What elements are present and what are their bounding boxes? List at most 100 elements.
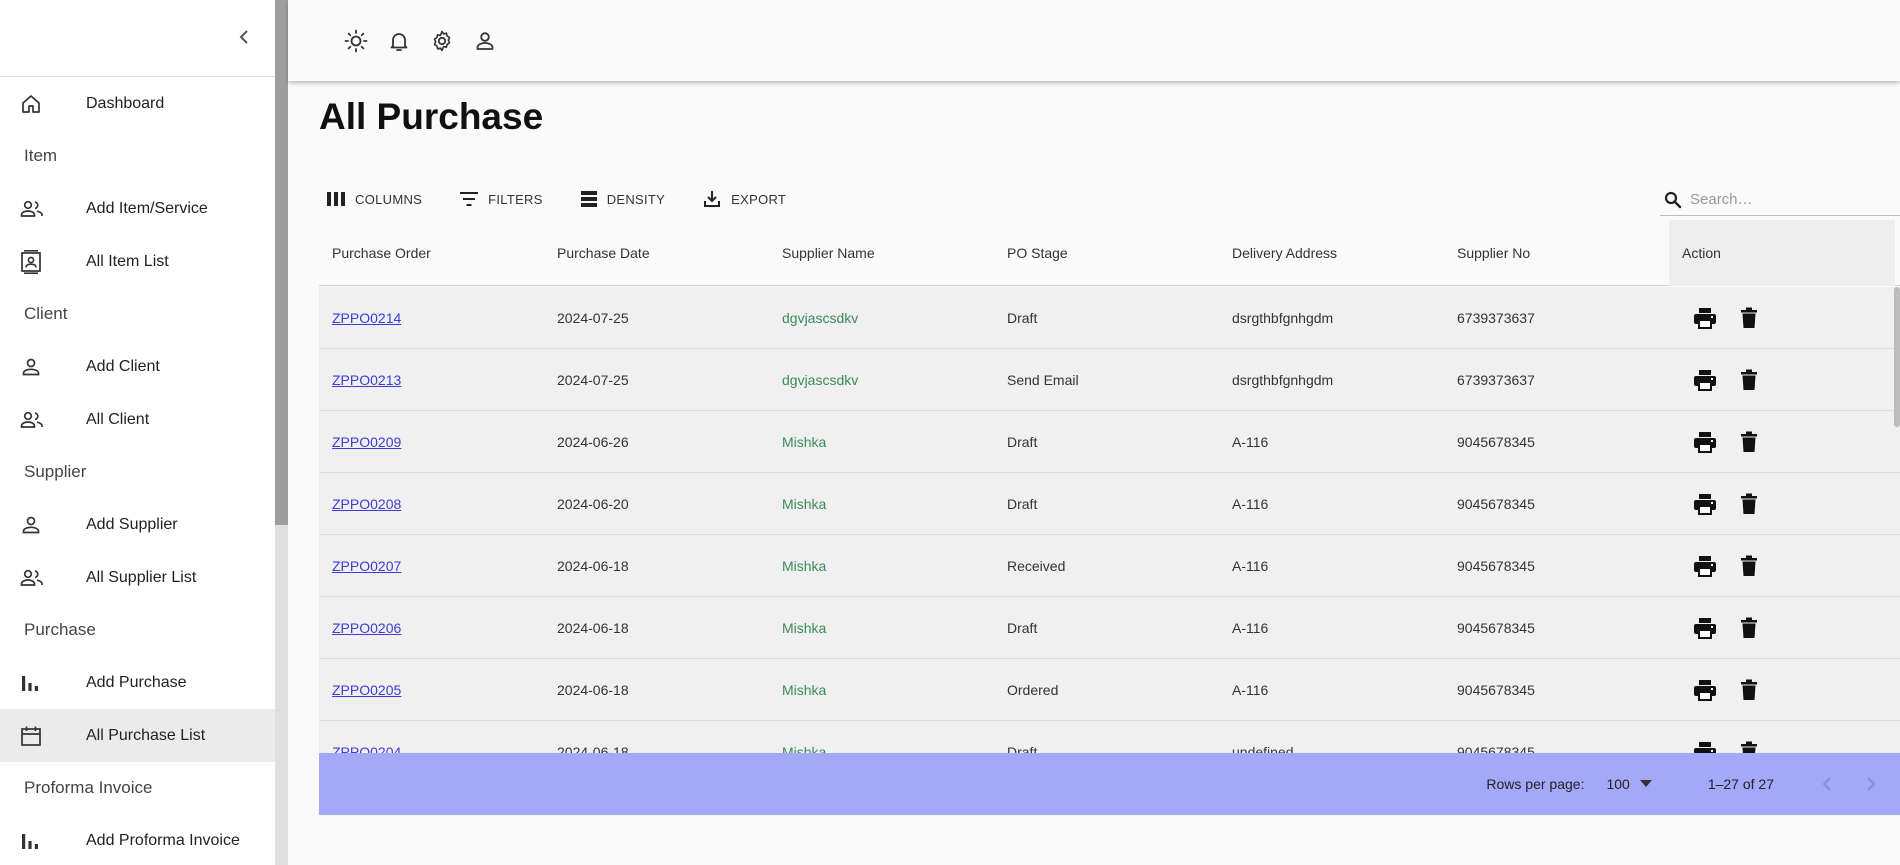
po-stage-cell: Draft [1007,620,1038,636]
people-icon [0,567,86,589]
table-body[interactable]: ZPPO0214 2024-07-25 dgvjascsdkv Draft dsrgth… [319,287,1900,757]
table-row[interactable]: ZPPO0214 2024-07-25 dgvjascsdkv Draft dsrgth… [319,287,1900,349]
table-row[interactable]: ZPPO0208 2024-06-20 Mishka Draft A-116 904567… [319,473,1900,535]
next-page-button[interactable] [1856,769,1886,799]
print-icon [1694,618,1716,639]
sidebar-item-add-purchase[interactable]: Add Purchase [0,656,275,709]
table-row[interactable]: ZPPO0213 2024-07-25 dgvjascsdkv Send Email d… [319,349,1900,411]
bar-chart-icon [0,831,86,851]
sidebar-item-label: Add Supplier [86,515,178,533]
delete-button[interactable] [1736,553,1762,579]
print-button[interactable] [1692,553,1718,579]
person-icon [0,356,86,378]
po-stage-cell: Ordered [1007,682,1059,698]
sidebar-scrollbar[interactable] [275,0,288,865]
filters-label: FILTERS [488,191,543,207]
supplier-name-cell: dgvjascsdkv [782,310,859,326]
filters-button[interactable]: FILTERS [452,192,551,207]
print-icon [1694,680,1716,701]
delete-button[interactable] [1736,367,1762,393]
sidebar-item-all-item-list[interactable]: All Item List [0,235,275,288]
columns-button[interactable]: COLUMNS [319,191,430,207]
print-icon [1694,556,1716,577]
trash-icon [1741,493,1757,514]
columns-label: COLUMNS [355,191,423,207]
table-row[interactable]: ZPPO0205 2024-06-18 Mishka Ordered A-116 9045… [319,659,1900,721]
sidebar-item-all-client[interactable]: All Client [0,393,275,446]
table-row[interactable]: ZPPO0206 2024-06-18 Mishka Draft A-116 904567… [319,597,1900,659]
notifications-button[interactable] [387,29,411,53]
delete-button[interactable] [1736,491,1762,517]
po-stage-cell: Draft [1007,496,1038,512]
header-purchase-date[interactable]: Purchase Date [544,220,769,286]
sidebar-item-label: All Purchase List [86,726,206,744]
header-supplier-no[interactable]: Supplier No [1444,220,1669,286]
export-label: EXPORT [731,191,787,207]
sidebar-item-dashboard[interactable]: Dashboard [0,77,275,130]
account-button[interactable] [473,29,497,53]
sidebar-item-label: All Client [86,410,150,428]
person-icon [0,514,86,536]
sidebar-item-add-item-service[interactable]: Add Item/Service [0,182,275,235]
sidebar-item-label: All Item List [86,252,169,270]
purchase-order-link[interactable]: ZPPO0208 [319,473,401,535]
print-icon [1694,494,1716,515]
print-button[interactable] [1692,491,1718,517]
header-purchase-order[interactable]: Purchase Order [319,220,544,286]
sidebar-nav: Dashboard Item Add Item/Service All Item Li… [0,77,275,865]
purchase-order-link[interactable]: ZPPO0214 [319,287,401,349]
sidebar-item-add-client[interactable]: Add Client [0,340,275,393]
sidebar-item-add-proforma-invoice[interactable]: Add Proforma Invoice [0,814,275,865]
rows-per-page-select[interactable]: 100 [1606,776,1652,792]
delete-button[interactable] [1736,429,1762,455]
purchase-order-link[interactable]: ZPPO0204 [319,721,401,757]
row-actions [1692,349,1762,411]
header-po-stage[interactable]: PO Stage [994,220,1219,286]
print-button[interactable] [1692,305,1718,331]
table-row[interactable]: ZPPO0204 2024-06-18 Mishka Draft undefined 90… [319,721,1900,757]
delivery-address-cell: A-116 [1232,682,1269,698]
previous-page-button[interactable] [1812,769,1842,799]
supplier-name-cell: Mishka [782,496,827,512]
print-button[interactable] [1692,677,1718,703]
table-scrollbar[interactable] [1894,287,1900,757]
trash-icon [1741,617,1757,638]
delivery-address-cell: A-116 [1232,558,1269,574]
delete-button[interactable] [1736,677,1762,703]
sidebar-scrollbar-thumb[interactable] [275,0,288,525]
row-actions [1692,473,1762,535]
trash-icon [1741,307,1757,328]
sidebar-item-all-supplier-list[interactable]: All Supplier List [0,551,275,604]
sidebar-item-all-purchase-list[interactable]: All Purchase List [0,709,275,762]
search-input[interactable] [1690,191,1890,208]
table-row[interactable]: ZPPO0209 2024-06-26 Mishka Draft A-116 904567… [319,411,1900,473]
export-icon [704,191,721,207]
print-button[interactable] [1692,615,1718,641]
purchase-order-link[interactable]: ZPPO0209 [319,411,401,473]
purchase-order-link[interactable]: ZPPO0213 [319,349,401,411]
sidebar-item-add-supplier[interactable]: Add Supplier [0,498,275,551]
sidebar-item-label: Add Proforma Invoice [86,831,240,849]
people-icon [0,198,86,220]
delete-button[interactable] [1736,615,1762,641]
contact-list-icon [0,249,86,274]
theme-toggle-button[interactable] [344,29,368,53]
purchase-order-link[interactable]: ZPPO0207 [319,535,401,597]
print-button[interactable] [1692,367,1718,393]
header-action[interactable]: Action [1669,220,1895,286]
export-button[interactable]: EXPORT [695,190,794,208]
print-button[interactable] [1692,429,1718,455]
trash-icon [1741,555,1757,576]
header-delivery-address[interactable]: Delivery Address [1219,220,1444,286]
trash-icon [1741,369,1757,390]
density-button[interactable]: DENSITY [573,191,673,207]
purchase-order-link[interactable]: ZPPO0205 [319,659,401,721]
header-supplier-name[interactable]: Supplier Name [769,220,994,286]
collapse-sidebar-button[interactable] [231,24,257,50]
delete-button[interactable] [1736,305,1762,331]
table-row[interactable]: ZPPO0207 2024-06-18 Mishka Received A-116 904… [319,535,1900,597]
settings-button[interactable] [430,29,454,53]
purchase-order-link[interactable]: ZPPO0206 [319,597,401,659]
chevron-right-icon [1867,777,1876,791]
table-scrollbar-thumb[interactable] [1894,287,1900,427]
